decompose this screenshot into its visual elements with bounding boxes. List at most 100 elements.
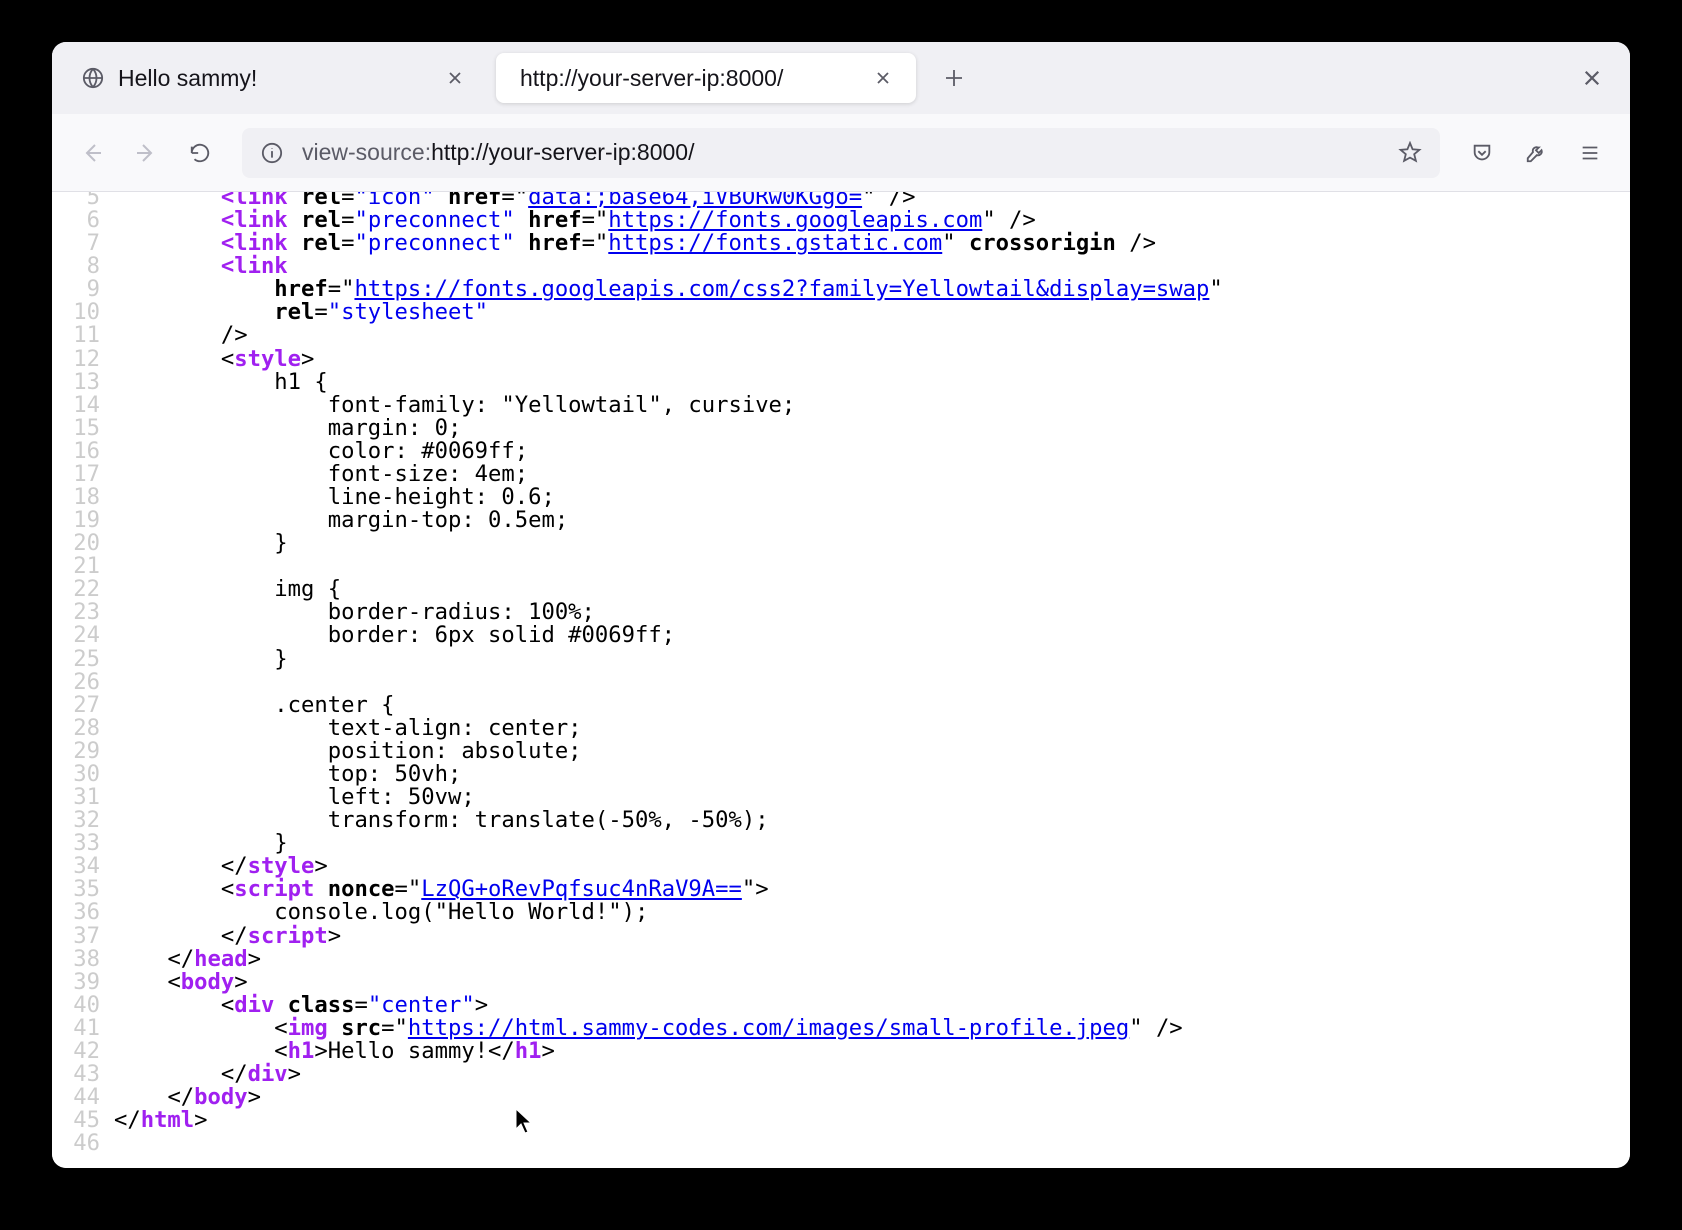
url-bar[interactable]: view-source:http://your-server-ip:8000/ [242, 128, 1440, 178]
line-number: 14 [52, 394, 114, 417]
code-cell[interactable]: <link rel="preconnect" href="https://fon… [114, 232, 1223, 255]
source-link[interactable]: https://fonts.gstatic.com [608, 230, 942, 256]
source-line: 35 <script nonce="LzQG+oRevPqfsuc4nRaV9A… [52, 878, 1223, 901]
reload-button[interactable] [176, 129, 224, 177]
code-cell[interactable]: color: #0069ff; [114, 440, 1223, 463]
navigation-toolbar: view-source:http://your-server-ip:8000/ [52, 114, 1630, 192]
line-number: 18 [52, 486, 114, 509]
new-tab-button[interactable] [930, 54, 978, 102]
code-cell[interactable]: font-size: 4em; [114, 463, 1223, 486]
line-number: 7 [52, 232, 114, 255]
code-cell[interactable]: <div class="center"> [114, 994, 1223, 1017]
code-cell[interactable]: </head> [114, 948, 1223, 971]
code-cell[interactable]: </html> [114, 1109, 1223, 1132]
source-line: 8 <link [52, 255, 1223, 278]
code-cell[interactable]: margin: 0; [114, 417, 1223, 440]
code-cell[interactable] [114, 1132, 1223, 1155]
code-cell[interactable]: } [114, 648, 1223, 671]
line-number: 21 [52, 555, 114, 578]
source-line: 7 <link rel="preconnect" href="https://f… [52, 232, 1223, 255]
pocket-icon[interactable] [1458, 129, 1506, 177]
code-cell[interactable]: border: 6px solid #0069ff; [114, 624, 1223, 647]
code-cell[interactable]: top: 50vh; [114, 763, 1223, 786]
source-line: 41 <img src="https://html.sammy-codes.co… [52, 1017, 1223, 1040]
line-number: 30 [52, 763, 114, 786]
menu-icon[interactable] [1566, 129, 1614, 177]
source-line: 21 [52, 555, 1223, 578]
source-line: 32 transform: translate(-50%, -50%); [52, 809, 1223, 832]
code-cell[interactable]: </style> [114, 855, 1223, 878]
code-cell[interactable]: img { [114, 578, 1223, 601]
line-number: 31 [52, 786, 114, 809]
code-cell[interactable] [114, 555, 1223, 578]
source-line: 30 top: 50vh; [52, 763, 1223, 786]
code-cell[interactable]: /> [114, 324, 1223, 347]
line-number: 5 [52, 192, 114, 209]
line-number: 25 [52, 648, 114, 671]
line-number: 17 [52, 463, 114, 486]
browser-window: Hello sammy! http://your-server-ip:8000/ [52, 42, 1630, 1168]
line-number: 45 [52, 1109, 114, 1132]
code-cell[interactable]: </script> [114, 925, 1223, 948]
line-number: 16 [52, 440, 114, 463]
source-line: 29 position: absolute; [52, 740, 1223, 763]
code-cell[interactable]: font-family: "Yellowtail", cursive; [114, 394, 1223, 417]
info-icon[interactable] [260, 141, 284, 165]
source-line: 42 <h1>Hello sammy!</h1> [52, 1040, 1223, 1063]
source-code-view: 5 <link rel="icon" href="data:;base64,iV… [52, 192, 1223, 1155]
code-cell[interactable]: position: absolute; [114, 740, 1223, 763]
line-number: 35 [52, 878, 114, 901]
code-cell[interactable]: } [114, 832, 1223, 855]
code-cell[interactable]: <body> [114, 971, 1223, 994]
tab-inactive[interactable]: Hello sammy! [58, 53, 488, 103]
code-cell[interactable]: <style> [114, 348, 1223, 371]
code-cell[interactable]: h1 { [114, 371, 1223, 394]
window-close-button[interactable] [1568, 54, 1616, 102]
code-cell[interactable]: rel="stylesheet" [114, 301, 1223, 324]
source-line: 44 </body> [52, 1086, 1223, 1109]
code-cell[interactable]: left: 50vw; [114, 786, 1223, 809]
close-icon[interactable] [868, 63, 898, 93]
line-number: 37 [52, 925, 114, 948]
source-line: 39 <body> [52, 971, 1223, 994]
page-content[interactable]: 5 <link rel="icon" href="data:;base64,iV… [52, 192, 1630, 1168]
source-line: 18 line-height: 0.6; [52, 486, 1223, 509]
tab-active[interactable]: http://your-server-ip:8000/ [496, 53, 916, 103]
source-line: 15 margin: 0; [52, 417, 1223, 440]
source-line: 37 </script> [52, 925, 1223, 948]
close-icon[interactable] [440, 63, 470, 93]
source-line: 11 /> [52, 324, 1223, 347]
code-cell[interactable]: <link rel="preconnect" href="https://fon… [114, 209, 1223, 232]
code-cell[interactable]: <h1>Hello sammy!</h1> [114, 1040, 1223, 1063]
line-number: 23 [52, 601, 114, 624]
code-cell[interactable]: <script nonce="LzQG+oRevPqfsuc4nRaV9A=="… [114, 878, 1223, 901]
line-number: 44 [52, 1086, 114, 1109]
code-cell[interactable]: margin-top: 0.5em; [114, 509, 1223, 532]
code-cell[interactable]: line-height: 0.6; [114, 486, 1223, 509]
code-cell[interactable]: console.log("Hello World!"); [114, 901, 1223, 924]
source-line: 12 <style> [52, 348, 1223, 371]
bookmark-star-icon[interactable] [1398, 141, 1422, 165]
source-line: 14 font-family: "Yellowtail", cursive; [52, 394, 1223, 417]
source-line: 33 } [52, 832, 1223, 855]
code-cell[interactable]: </body> [114, 1086, 1223, 1109]
code-cell[interactable]: .center { [114, 694, 1223, 717]
code-cell[interactable]: transform: translate(-50%, -50%); [114, 809, 1223, 832]
tab-label: http://your-server-ip:8000/ [520, 65, 854, 92]
code-cell[interactable]: href="https://fonts.googleapis.com/css2?… [114, 278, 1223, 301]
source-line: 36 console.log("Hello World!"); [52, 901, 1223, 924]
line-number: 39 [52, 971, 114, 994]
code-cell[interactable] [114, 671, 1223, 694]
source-line: 46 [52, 1132, 1223, 1155]
code-cell[interactable]: <link [114, 255, 1223, 278]
source-line: 26 [52, 671, 1223, 694]
code-cell[interactable]: <img src="https://html.sammy-codes.com/i… [114, 1017, 1223, 1040]
code-cell[interactable]: border-radius: 100%; [114, 601, 1223, 624]
back-button[interactable] [68, 129, 116, 177]
code-cell[interactable]: </div> [114, 1063, 1223, 1086]
code-cell[interactable]: } [114, 532, 1223, 555]
forward-button[interactable] [122, 129, 170, 177]
wrench-icon[interactable] [1512, 129, 1560, 177]
code-cell[interactable]: text-align: center; [114, 717, 1223, 740]
source-line: 19 margin-top: 0.5em; [52, 509, 1223, 532]
